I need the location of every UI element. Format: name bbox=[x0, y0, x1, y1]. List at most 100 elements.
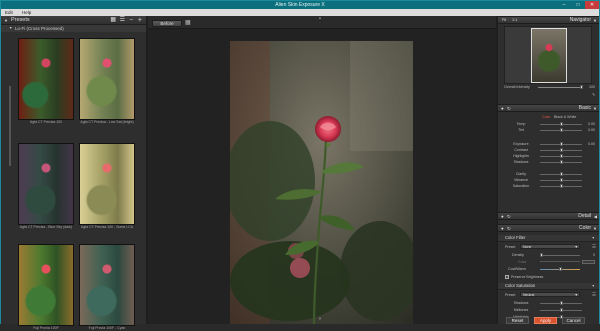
visibility-toggle-icon[interactable]: ● bbox=[501, 213, 504, 220]
slider-track[interactable] bbox=[540, 154, 582, 158]
saturation-slider[interactable] bbox=[540, 301, 582, 305]
minimize-icon[interactable]: – bbox=[557, 1, 571, 9]
slider-knob[interactable] bbox=[559, 184, 563, 188]
fit-zoom-option[interactable]: Fit bbox=[502, 17, 506, 24]
color-filter-subheader[interactable]: Color Filter ▼ bbox=[498, 235, 599, 242]
preset-group-header[interactable]: ▼ Lo-Fi (Cross Processed) bbox=[1, 25, 146, 32]
remove-preset-icon[interactable]: – bbox=[130, 16, 133, 25]
maximize-icon[interactable]: □ bbox=[571, 1, 585, 9]
reset-section-icon[interactable]: ↻ bbox=[507, 225, 511, 232]
density-label: Density bbox=[512, 253, 524, 257]
color-filter-title: Color Filter bbox=[505, 235, 526, 240]
overall-intensity-slider[interactable] bbox=[538, 85, 583, 89]
slider-knob[interactable] bbox=[540, 253, 543, 257]
before-button[interactable]: Before bbox=[152, 20, 182, 27]
slider-knob[interactable] bbox=[559, 301, 563, 305]
preset-thumb[interactable]: Agfa CT Precisa 100 bbox=[18, 38, 74, 124]
slider-knob[interactable] bbox=[559, 160, 563, 164]
slider-knob[interactable] bbox=[580, 85, 583, 89]
preset-thumb[interactable]: Agfa CT Precisa - Low Sat (bright) bbox=[79, 38, 135, 124]
preserve-brightness-row: ✓ Preserve Brightness bbox=[498, 274, 599, 280]
slider-track[interactable] bbox=[540, 148, 582, 152]
visibility-toggle-icon[interactable]: ● bbox=[501, 105, 504, 112]
preserve-brightness-label: Preserve Brightness bbox=[511, 275, 544, 279]
coolwarm-slider[interactable] bbox=[540, 267, 580, 271]
preset-thumb[interactable]: Agfa CT Precisa 100 - Some LCA bbox=[79, 143, 135, 229]
filter-preset-select[interactable]: None ▼ bbox=[520, 244, 580, 249]
presets-title: Presets bbox=[11, 17, 30, 23]
preset-thumb[interactable]: Fuji Provia 100F bbox=[18, 244, 74, 330]
color-header[interactable]: ● ↻ Color ▼ bbox=[498, 224, 599, 232]
menu-edit[interactable]: Edit bbox=[5, 10, 13, 15]
preserve-brightness-checkbox[interactable]: ✓ bbox=[505, 275, 509, 279]
add-preset-icon[interactable]: + bbox=[138, 16, 142, 25]
bw-mode-option[interactable]: Black & White bbox=[554, 114, 576, 120]
slider-knob[interactable] bbox=[559, 154, 563, 158]
presets-scrollbar[interactable] bbox=[9, 86, 11, 166]
slider-track[interactable] bbox=[540, 172, 582, 176]
color-saturation-subheader[interactable]: Color Saturation ▼ bbox=[498, 283, 599, 290]
menu-help[interactable]: Help bbox=[22, 10, 31, 15]
slider-track[interactable] bbox=[540, 128, 582, 132]
list-view-icon[interactable]: ☰ bbox=[120, 16, 125, 25]
slider-knob[interactable] bbox=[559, 308, 563, 312]
slider-knob[interactable] bbox=[559, 122, 563, 126]
grid-view-icon[interactable]: ▦ bbox=[110, 16, 116, 25]
filter-color-slider[interactable] bbox=[540, 261, 580, 262]
reset-section-icon[interactable]: ↻ bbox=[507, 105, 511, 112]
slider-track[interactable] bbox=[540, 122, 582, 126]
color-collapse-icon[interactable]: ▼ bbox=[593, 225, 597, 232]
slider-knob[interactable] bbox=[559, 178, 563, 182]
presets-header[interactable]: ▼ Presets ▦ ☰ – + bbox=[1, 16, 146, 25]
main-photo[interactable] bbox=[230, 41, 413, 324]
density-value: 0 bbox=[593, 253, 595, 257]
slider-track[interactable] bbox=[540, 142, 582, 146]
slider-value: 0.00 bbox=[588, 128, 595, 132]
compare-layout-icon[interactable]: ▦ bbox=[185, 19, 191, 26]
slider-label: Shadows bbox=[513, 160, 529, 164]
basic-collapse-icon[interactable]: ▼ bbox=[593, 105, 597, 112]
color-filter-collapse-icon[interactable]: ▼ bbox=[592, 235, 595, 241]
collapse-icon[interactable]: ▼ bbox=[4, 16, 8, 25]
apply-button[interactable]: Apply bbox=[534, 317, 557, 324]
color-saturation-collapse-icon[interactable]: ▼ bbox=[592, 283, 595, 289]
visibility-toggle-icon[interactable]: ● bbox=[501, 225, 504, 232]
density-slider[interactable] bbox=[540, 253, 580, 257]
filter-color-swatch[interactable] bbox=[582, 260, 595, 264]
slider-knob[interactable] bbox=[559, 172, 563, 176]
preset-thumb[interactable]: Fuji Provia 100F - Cyan bbox=[79, 244, 135, 330]
saturation-slider[interactable] bbox=[540, 308, 582, 312]
slider-knob[interactable] bbox=[559, 267, 562, 271]
close-icon[interactable]: ✕ bbox=[585, 1, 599, 9]
eyedropper-icon[interactable]: ✎ bbox=[592, 92, 595, 97]
collapse-top-icon[interactable]: ▲ bbox=[318, 15, 322, 20]
saturation-row: Midtones bbox=[498, 307, 599, 313]
preset-thumb[interactable]: Agfa CT Precisa - Blue Sky (dark) bbox=[18, 143, 74, 229]
sat-preset-select[interactable]: Neutral ▼ bbox=[520, 292, 580, 297]
color-mode-option[interactable]: Color bbox=[542, 114, 551, 120]
navigator-header[interactable]: Fit 1:1 Navigator ▼ bbox=[498, 16, 599, 24]
reset-button[interactable]: Reset bbox=[506, 317, 529, 324]
overall-intensity-label: Overall Intensity bbox=[504, 85, 530, 89]
basic-header[interactable]: ● ↻ Basic ▼ bbox=[498, 104, 599, 112]
cancel-button[interactable]: Cancel bbox=[562, 317, 585, 324]
one-to-one-zoom-option[interactable]: 1:1 bbox=[512, 17, 517, 24]
preset-image bbox=[18, 38, 74, 120]
slider-track[interactable] bbox=[540, 184, 582, 188]
reset-section-icon[interactable]: ↻ bbox=[507, 213, 511, 220]
saturation-row: Shadows bbox=[498, 300, 599, 306]
navigator-collapse-icon[interactable]: ▼ bbox=[593, 17, 597, 24]
filter-preset-value: None bbox=[523, 245, 532, 249]
slider-knob[interactable] bbox=[559, 128, 563, 132]
slider-knob[interactable] bbox=[559, 142, 563, 146]
preset-menu-icon[interactable]: ☰ bbox=[592, 292, 596, 298]
collapse-bottom-icon[interactable]: ▼ bbox=[318, 316, 322, 321]
slider-track[interactable] bbox=[540, 160, 582, 164]
group-collapse-icon[interactable]: ▼ bbox=[9, 25, 12, 32]
slider-knob[interactable] bbox=[559, 148, 563, 152]
detail-collapse-icon[interactable]: ◀ bbox=[594, 213, 597, 220]
detail-header[interactable]: ● ↻ Detail ◀ bbox=[498, 212, 599, 220]
slider-track[interactable] bbox=[540, 178, 582, 182]
preset-menu-icon[interactable]: ☰ bbox=[592, 244, 596, 250]
navigator-preview[interactable] bbox=[504, 26, 592, 84]
